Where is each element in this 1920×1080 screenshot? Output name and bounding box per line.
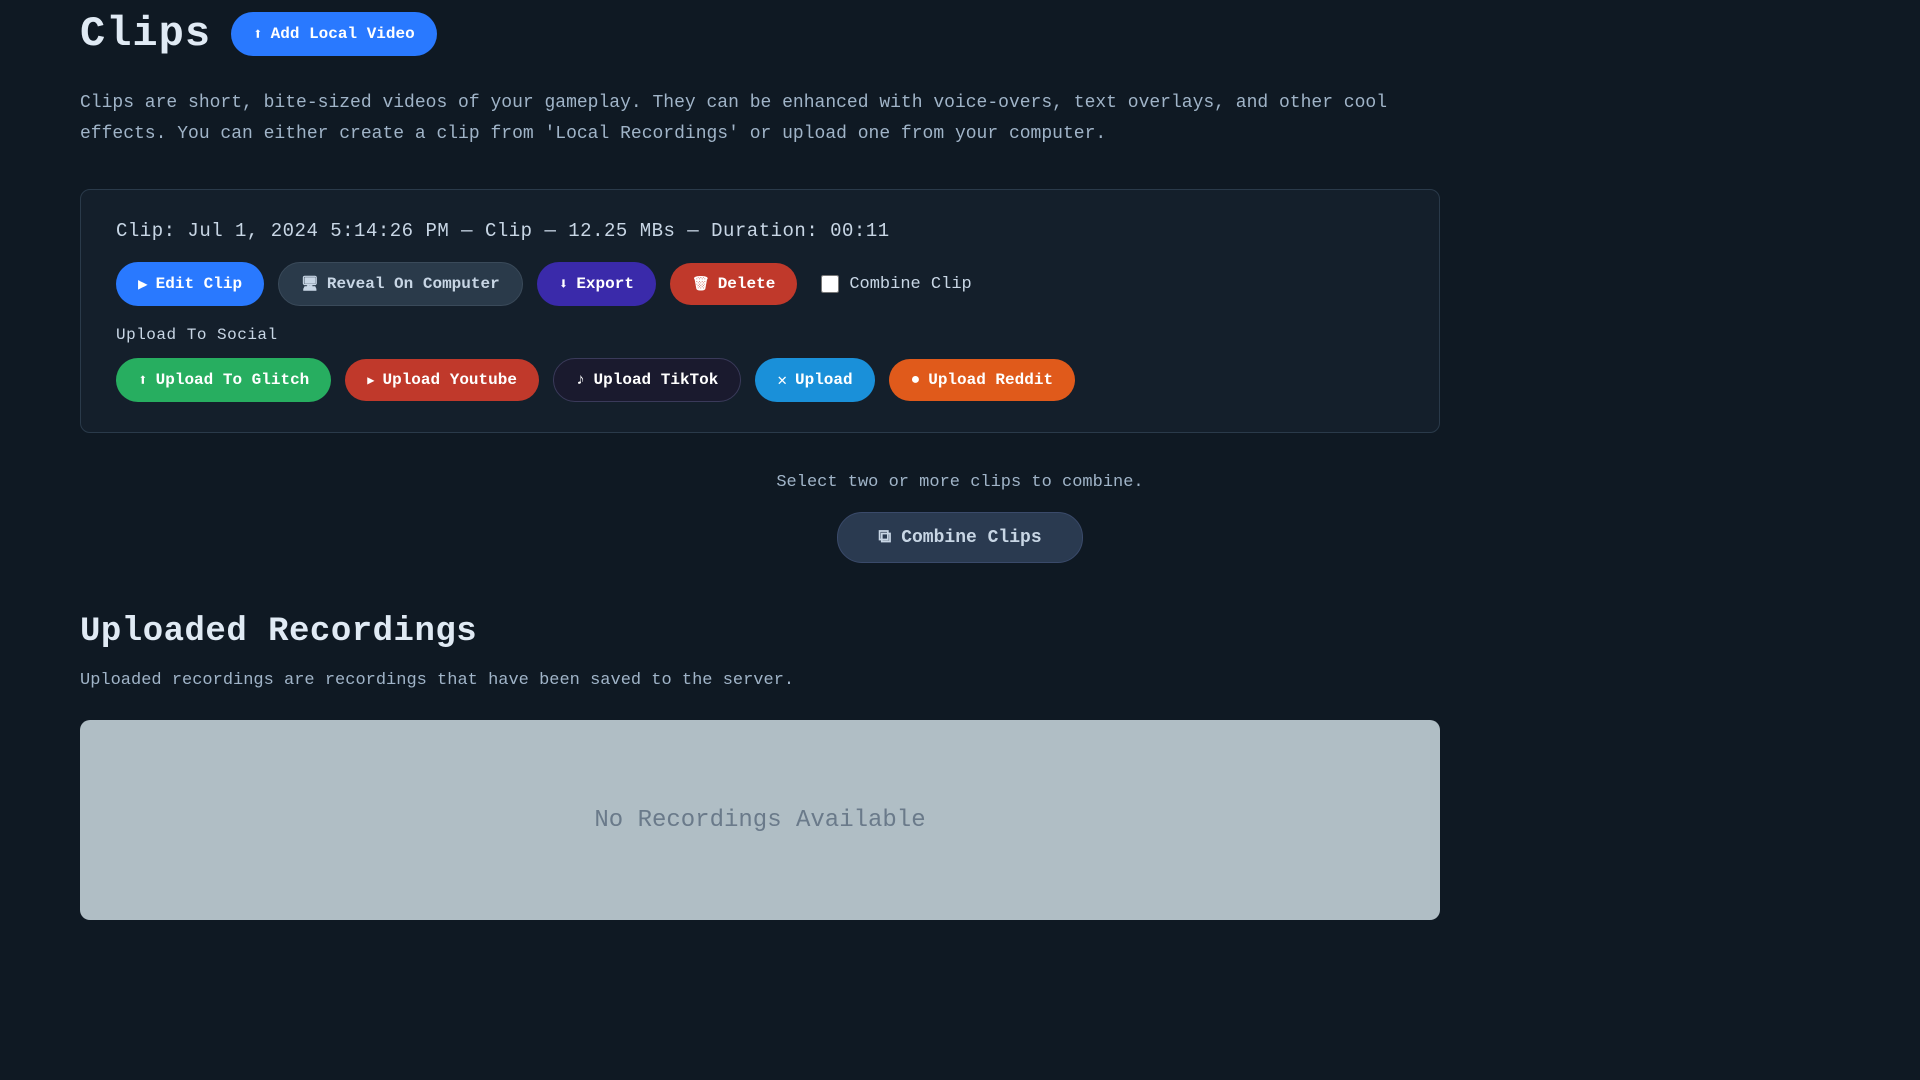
clip-info: Clip: Jul 1, 2024 5:14:26 PM — Clip — 12… (116, 220, 1404, 242)
export-label: Export (576, 275, 634, 293)
edit-clip-button[interactable]: Edit Clip (116, 262, 264, 306)
page-title: Clips (80, 10, 211, 58)
reveal-on-computer-button[interactable]: Reveal On Computer (278, 262, 523, 306)
reveal-on-computer-label: Reveal On Computer (327, 275, 500, 293)
upload-x-button[interactable]: Upload (755, 358, 874, 402)
combine-clips-label: Combine Clips (901, 528, 1041, 548)
combine-clip-label: Combine Clip (849, 275, 971, 294)
delete-label: Delete (718, 275, 776, 293)
no-recordings-text: No Recordings Available (594, 807, 925, 834)
delete-button[interactable]: Delete (670, 263, 797, 305)
add-local-video-button[interactable]: Add Local Video (231, 12, 437, 56)
x-icon (777, 370, 787, 390)
combine-hint: Select two or more clips to combine. (80, 473, 1840, 492)
upload-social-label: Upload To Social (116, 326, 1404, 344)
upload-icon (253, 24, 263, 44)
upload-glitch-label: Upload To Glitch (156, 371, 310, 389)
clip-card: Clip: Jul 1, 2024 5:14:26 PM — Clip — 12… (80, 189, 1440, 433)
uploaded-recordings-title: Uploaded Recordings (80, 613, 1840, 651)
export-button[interactable]: Export (537, 262, 656, 306)
upload-youtube-label: Upload Youtube (383, 371, 517, 389)
add-local-video-label: Add Local Video (271, 25, 415, 43)
combine-clips-button[interactable]: Combine Clips (837, 512, 1082, 563)
clip-actions-row: Edit Clip Reveal On Computer Export Dele… (116, 262, 1404, 306)
trash-icon (692, 275, 710, 293)
reddit-icon (911, 371, 921, 389)
edit-clip-label: Edit Clip (156, 275, 242, 293)
glitch-upload-icon (138, 370, 148, 390)
upload-tiktok-button[interactable]: Upload TikTok (553, 358, 741, 402)
upload-youtube-button[interactable]: Upload Youtube (345, 359, 539, 401)
upload-reddit-label: Upload Reddit (928, 371, 1053, 389)
uploaded-recordings-description: Uploaded recordings are recordings that … (80, 671, 1840, 690)
clip-details: Jul 1, 2024 5:14:26 PM — Clip — 12.25 MB… (187, 220, 889, 242)
play-icon (138, 274, 148, 294)
computer-icon (301, 275, 319, 293)
combine-clip-checkbox[interactable] (821, 275, 839, 293)
upload-to-glitch-button[interactable]: Upload To Glitch (116, 358, 331, 402)
combine-clip-area: Combine Clip (821, 275, 971, 294)
upload-x-label: Upload (795, 371, 853, 389)
upload-tiktok-label: Upload TikTok (594, 371, 719, 389)
combine-clips-section: Select two or more clips to combine. Com… (80, 473, 1840, 563)
uploaded-recordings-box: No Recordings Available (80, 720, 1440, 920)
youtube-icon (367, 371, 374, 389)
clips-description: Clips are short, bite-sized videos of yo… (80, 88, 1480, 149)
export-icon (559, 274, 569, 294)
clip-label: Clip: (116, 220, 176, 242)
upload-reddit-button[interactable]: Upload Reddit (889, 359, 1075, 401)
combine-icon (878, 527, 891, 548)
tiktok-icon (576, 371, 586, 389)
upload-social-row: Upload To Glitch Upload Youtube Upload T… (116, 358, 1404, 402)
